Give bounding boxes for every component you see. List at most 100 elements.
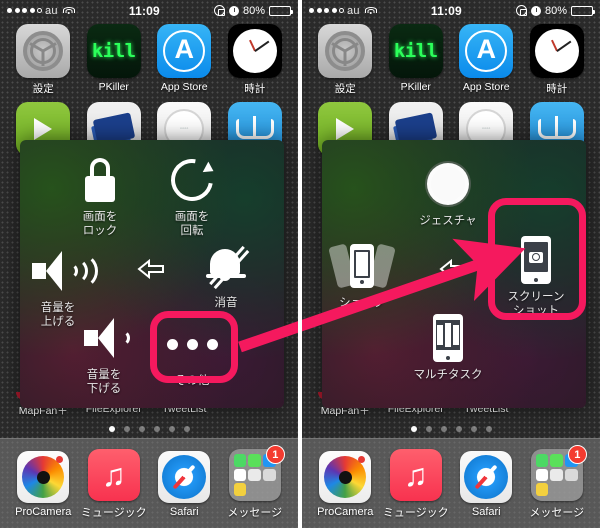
app-app-store[interactable]: A App Store — [149, 24, 220, 96]
dock-app-procamera[interactable]: ProCamera — [8, 451, 79, 518]
volume-up-icon — [32, 245, 98, 297]
status-bar: au 11:09 80% — [302, 0, 600, 21]
dock-app-safari[interactable]: Safari — [149, 451, 220, 518]
settings-gear-icon — [16, 24, 71, 78]
app-label: PKiller — [98, 81, 129, 93]
at-rotate-screen[interactable]: 画面を 回転 — [146, 150, 238, 238]
rotate-icon — [162, 150, 222, 210]
status-bar-left: au — [0, 5, 75, 17]
at-multitask[interactable]: マルチタスク — [402, 312, 494, 383]
at-label: 音量を 下げる — [86, 369, 122, 395]
volume-down-icon — [84, 312, 130, 364]
at-shake[interactable]: シェイク — [316, 240, 408, 311]
at-label: その他 — [174, 375, 210, 387]
assistive-touch-menu-main: 画面を ロック 画面を 回転 音量を 上げる 消音 音量を 下げる その他 — [20, 140, 284, 408]
dock-app-procamera[interactable]: ProCamera — [310, 451, 381, 518]
screenshot-stage: au 11:09 80% 設定 kill PKiller A App Store… — [0, 0, 600, 528]
dock-label: Safari — [169, 506, 199, 518]
battery-percent-label: 80% — [544, 4, 567, 17]
app-label: 設定 — [334, 83, 356, 95]
kill-text-icon: kill — [388, 24, 443, 78]
at-gesture[interactable]: ジェスチャ — [402, 158, 494, 229]
home-screen-grid: 設定 kill PKiller A App Store 時計 ◦◦◦◦ — [302, 24, 600, 156]
battery-icon — [269, 5, 293, 16]
at-screenshot[interactable]: スクリーン ショット — [490, 234, 582, 318]
dock-app-messages[interactable]: 1 メッセージ — [220, 445, 291, 520]
dock-app-music[interactable]: ♫ ミュージック — [381, 449, 452, 520]
dock-app-music[interactable]: ♫ ミュージック — [79, 449, 150, 520]
signal-strength-icon — [309, 8, 344, 13]
procamera-icon — [17, 451, 70, 503]
dock-label: ミュージック — [80, 507, 147, 519]
signal-strength-icon — [7, 8, 42, 13]
clock-label: 11:09 — [430, 3, 462, 18]
music-note-icon: ♫ — [389, 449, 442, 501]
settings-gear-icon — [318, 24, 373, 78]
multitask-icon — [433, 312, 463, 364]
app-label: 設定 — [32, 83, 54, 95]
clock-label: 11:09 — [128, 3, 160, 18]
dock-label: ミュージック — [382, 507, 449, 519]
safari-compass-icon — [158, 451, 211, 503]
app-clock[interactable]: 時計 — [522, 24, 593, 96]
app-label: 時計 — [244, 83, 266, 95]
back-arrow-icon[interactable] — [439, 258, 469, 285]
page-dots[interactable] — [0, 426, 298, 432]
app-label: App Store — [462, 81, 510, 93]
dock-label: ProCamera — [15, 506, 72, 518]
app-label: 時計 — [546, 83, 568, 95]
at-label: 画面を ロック — [82, 211, 118, 237]
clock-icon — [227, 24, 282, 78]
status-bar-left: au — [302, 5, 377, 17]
dock-label: Safari — [471, 506, 501, 518]
badge-count: 1 — [567, 445, 587, 464]
clock-icon — [529, 24, 584, 78]
app-pkiller[interactable]: kill PKiller — [381, 24, 452, 96]
right-phone-screenshot: au 11:09 80% 設定 kill PKiller A App Store… — [302, 0, 600, 528]
lock-icon — [83, 154, 117, 206]
wifi-icon — [62, 6, 75, 16]
status-bar: au 11:09 80% — [0, 0, 298, 21]
wifi-icon — [364, 6, 377, 16]
app-store-icon: A — [157, 24, 212, 78]
badge-count: 1 — [265, 445, 285, 464]
kill-text-icon: kill — [86, 24, 141, 78]
status-bar-right: 80% — [515, 4, 600, 17]
app-settings[interactable]: 設定 — [8, 24, 79, 96]
app-settings[interactable]: 設定 — [310, 24, 381, 96]
rotation-lock-icon — [515, 5, 527, 16]
at-label: シェイク — [339, 297, 385, 309]
app-label: PKiller — [400, 81, 431, 93]
alarm-clock-icon — [530, 5, 541, 16]
app-clock[interactable]: 時計 — [220, 24, 291, 96]
carrier-label: au — [347, 4, 360, 17]
page-dots[interactable] — [302, 426, 600, 432]
screenshot-icon — [521, 234, 551, 286]
app-label: App Store — [160, 81, 208, 93]
battery-icon — [571, 5, 595, 16]
back-arrow-icon[interactable] — [137, 258, 167, 285]
panel-divider — [298, 0, 302, 528]
at-lock-screen[interactable]: 画面を ロック — [54, 154, 146, 238]
assistive-touch-menu-more: ジェスチャ シェイク スクリーン ショット マルチタスク — [322, 140, 586, 408]
battery-percent-label: 80% — [242, 4, 265, 17]
home-screen-grid: 設定 kill PKiller A App Store 時計 ◦◦◦◦ — [0, 24, 298, 156]
music-note-icon: ♫ — [87, 449, 140, 501]
dock-app-messages[interactable]: 1 メッセージ — [522, 445, 593, 520]
dock-label: メッセージ — [529, 507, 585, 519]
app-pkiller[interactable]: kill PKiller — [79, 24, 150, 96]
at-label: 消音 — [214, 297, 238, 309]
at-mute[interactable]: 消音 — [180, 240, 272, 311]
bell-mute-icon — [204, 240, 248, 292]
at-label: 画面を 回転 — [174, 211, 210, 237]
dock-app-safari[interactable]: Safari — [451, 451, 522, 518]
app-app-store[interactable]: A App Store — [451, 24, 522, 96]
carrier-label: au — [45, 4, 58, 17]
rotation-lock-icon — [213, 5, 225, 16]
procamera-icon — [319, 451, 372, 503]
gesture-circle-icon — [427, 158, 469, 210]
dock: ProCamera ♫ ミュージック Safari 1 メッセージ — [302, 438, 600, 528]
at-label: マルチタスク — [413, 369, 483, 381]
at-volume-down[interactable]: 音量を 下げる — [58, 312, 150, 396]
at-more[interactable]: その他 — [146, 318, 238, 389]
